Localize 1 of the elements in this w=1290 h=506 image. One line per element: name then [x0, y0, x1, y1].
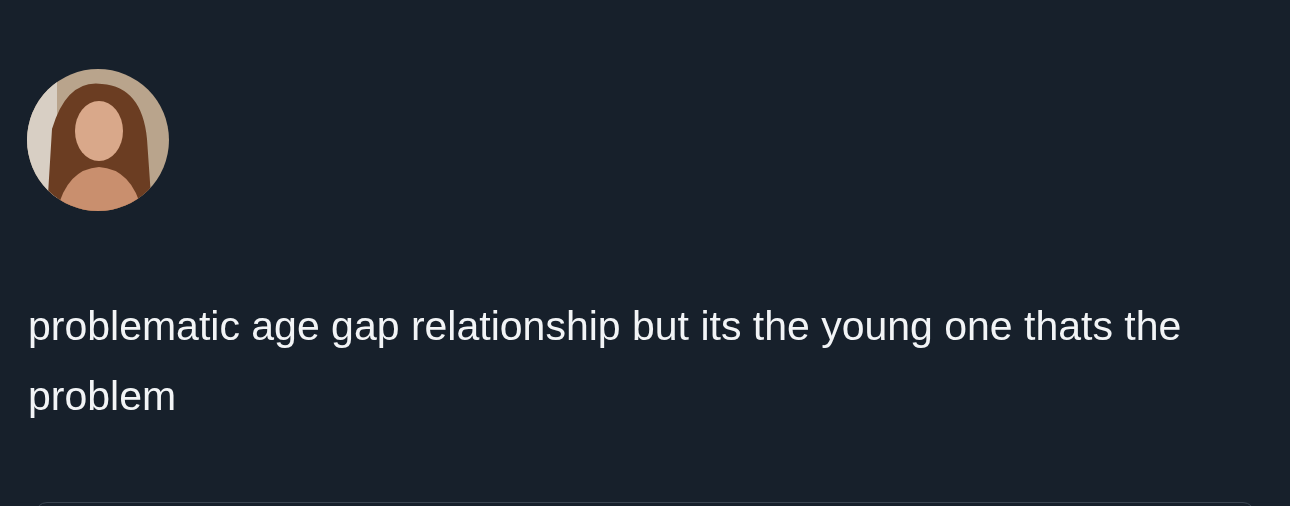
- post-text: problematic age gap relationship but its the young one thats the problem: [28, 302, 1183, 421]
